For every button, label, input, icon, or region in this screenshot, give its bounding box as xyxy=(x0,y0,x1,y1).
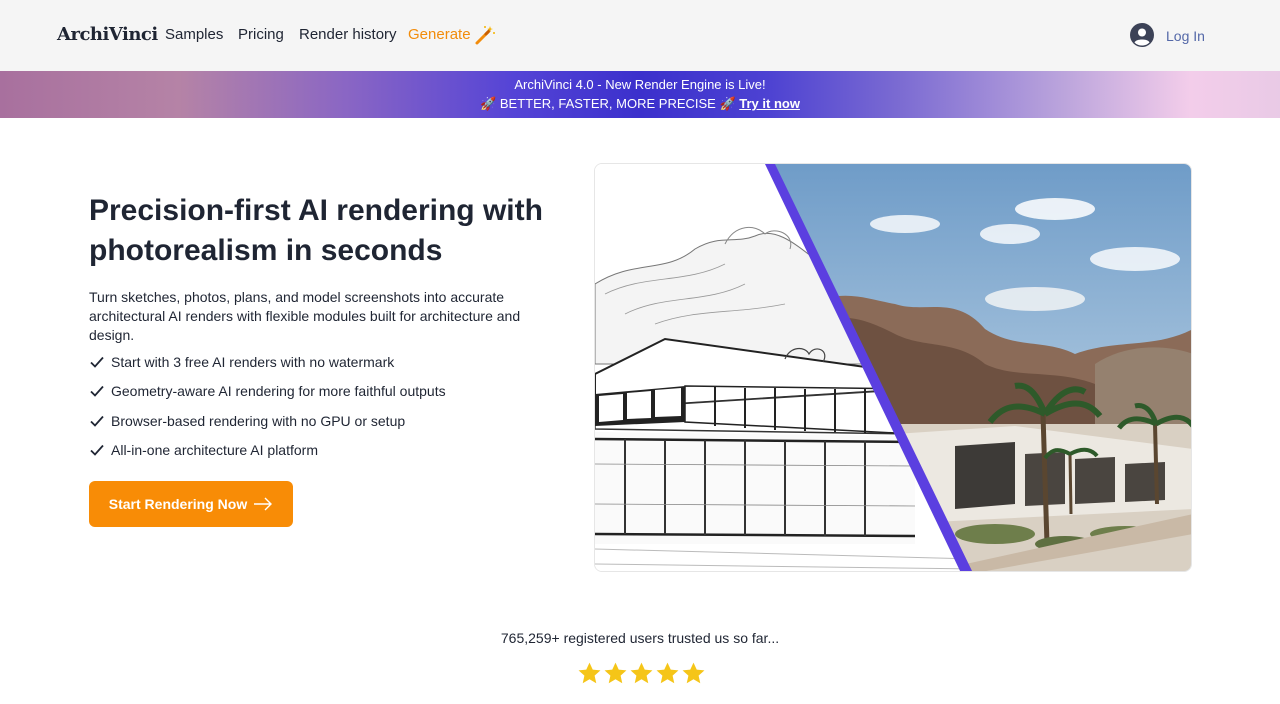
feature-item: All-in-one architecture AI platform xyxy=(89,436,446,466)
magic-wand-icon[interactable] xyxy=(474,24,496,46)
nav-link-render-history[interactable]: Render history xyxy=(299,26,397,43)
arrow-right-icon xyxy=(254,497,273,511)
star-icon xyxy=(578,662,601,684)
top-navbar: ArchiVinci Samples Pricing Render histor… xyxy=(0,0,1280,71)
start-rendering-button[interactable]: Start Rendering Now xyxy=(89,481,293,527)
star-icon xyxy=(682,662,705,684)
banner-headline: ArchiVinci 4.0 - New Render Engine is Li… xyxy=(514,77,766,92)
feature-item: Geometry-aware AI rendering for more fai… xyxy=(89,377,446,407)
feature-text: Browser-based rendering with no GPU or s… xyxy=(111,412,406,429)
logo[interactable]: ArchiVinci xyxy=(57,24,158,45)
start-rendering-label: Start Rendering Now xyxy=(108,496,248,512)
nav-link-samples[interactable]: Samples xyxy=(165,26,223,43)
announcement-banner: ArchiVinci 4.0 - New Render Engine is Li… xyxy=(0,71,1280,118)
registered-users-text: 765,259+ registered users trusted us so … xyxy=(500,630,780,646)
star-icon xyxy=(630,662,653,684)
login-label: Log In xyxy=(1166,27,1205,44)
feature-text: Start with 3 free AI renders with no wat… xyxy=(111,353,395,370)
try-it-now-link[interactable]: Try it now xyxy=(739,96,800,111)
checkmark-icon xyxy=(90,356,104,368)
checkmark-icon xyxy=(90,386,104,398)
feature-item: Start with 3 free AI renders with no wat… xyxy=(89,347,446,377)
feature-item: Browser-based rendering with no GPU or s… xyxy=(89,406,446,436)
login-button[interactable]: Log In xyxy=(1130,23,1205,47)
sketch-to-render-comparison-image xyxy=(594,163,1192,572)
feature-text: Geometry-aware AI rendering for more fai… xyxy=(111,383,446,400)
checkmark-icon xyxy=(90,415,104,427)
feature-list: Start with 3 free AI renders with no wat… xyxy=(89,347,446,465)
checkmark-icon xyxy=(90,445,104,457)
comparison-illustration xyxy=(595,164,1191,571)
banner-tagline-text: 🚀 BETTER, FASTER, MORE PRECISE 🚀 xyxy=(480,96,736,111)
nav-link-pricing[interactable]: Pricing xyxy=(238,26,284,43)
star-icon xyxy=(656,662,679,684)
hero-title: Precision-first AI rendering with photor… xyxy=(89,194,543,267)
hero-subtitle: Turn sketches, photos, plans, and model … xyxy=(89,289,521,343)
rating-stars xyxy=(577,661,706,686)
banner-tagline: 🚀 BETTER, FASTER, MORE PRECISE 🚀 Try it … xyxy=(0,96,1280,112)
star-icon xyxy=(604,662,627,684)
user-avatar-icon xyxy=(1130,23,1154,47)
feature-text: All-in-one architecture AI platform xyxy=(111,442,318,459)
nav-link-generate[interactable]: Generate xyxy=(408,26,471,43)
